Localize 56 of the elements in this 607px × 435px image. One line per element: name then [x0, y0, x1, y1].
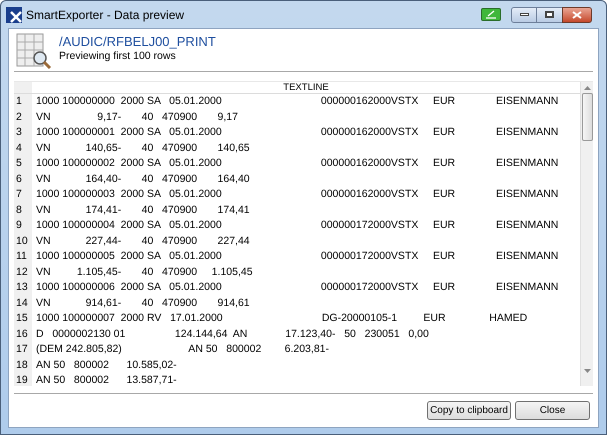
- scroll-down-icon[interactable]: [584, 369, 590, 374]
- row-number: 14: [14, 296, 32, 311]
- table-cell-text: AN 50 800002 10.585,02-: [35, 358, 177, 372]
- preview-caption: Previewing first 100 rows: [59, 50, 177, 63]
- table-cell-text: 1000 100000003 2000 SA 05.01.2000 000000162000VSTX EUR EISENMANN: [35, 187, 558, 202]
- table-cell-text: VN 164,40- 40 470900 164,40: [35, 172, 250, 186]
- row-number: 2: [14, 110, 32, 125]
- row-number: 17: [14, 342, 32, 358]
- row-number: 6: [14, 172, 32, 187]
- maximize-button[interactable]: [537, 6, 562, 22]
- row-number: 19: [14, 373, 32, 386]
- table-cell-text: 1000 100000005 2000 SA 05.01.2000 000000172000VSTX EUR EISENMANN: [35, 249, 558, 264]
- table-cell-text: VN 174,41- 40 470900 174,41: [35, 202, 250, 218]
- window-title: SmartExporter - Data preview: [26, 6, 184, 24]
- table-cell-text: 1000 100000006 2000 SA 05.01.2000 000000172000VSTX EUR EISENMANN: [35, 280, 558, 295]
- scrollbar[interactable]: [580, 82, 593, 386]
- table-cell-text: VN 1.105,45- 40 470900 1.105,45: [35, 264, 253, 280]
- table-cell-text: AN 50 800002 13.587,71-: [35, 373, 177, 386]
- row-number: 11: [14, 249, 32, 264]
- table-cell-text: VN 9,17- 40 470900 9,17: [35, 110, 238, 124]
- table-cell-text: (DEM 242.805,82) AN 50 800002 6.203,81-: [35, 342, 329, 357]
- row-number: 13: [14, 280, 32, 296]
- table-search-icon: [16, 33, 52, 69]
- maximize-icon: [545, 11, 554, 18]
- row-number: 5: [14, 156, 32, 172]
- row-number: 1: [14, 94, 32, 110]
- row-number: 16: [14, 326, 32, 342]
- table-cell-text: VN 227,44- 40 470900 227,44: [35, 234, 250, 248]
- table-cell-text: 1000 100000007 2000 RV 17.01.2000 DG-20000105-1 EUR HAMED: [35, 311, 528, 326]
- close-icon: [572, 10, 582, 18]
- row-number: 18: [14, 358, 32, 373]
- report-title: /AUDIC/RFBELJ00_PRINT: [59, 34, 216, 50]
- row-number: 9: [14, 218, 32, 234]
- copy-button[interactable]: Copy to clipboard: [427, 401, 511, 420]
- minimize-icon: [520, 13, 528, 16]
- scroll-thumb[interactable]: [582, 93, 592, 141]
- row-number: 8: [14, 202, 32, 218]
- table-cell-text: VN 140,65- 40 470900 140,65: [35, 140, 250, 156]
- table-cell-text: D 0000002130 01 124.144,64 AN 17.123,40- 50 230051 0,00: [35, 326, 429, 342]
- row-number: 7: [14, 187, 32, 202]
- scroll-up-icon[interactable]: [584, 85, 590, 90]
- app-logo-icon: [6, 6, 22, 22]
- table-cell-text: 1000 100000004 2000 SA 05.01.2000 000000172000VSTX EUR EISENMANN: [35, 218, 558, 233]
- table-cell-text: 1000 100000000 2000 SA 05.01.2000 000000162000VSTX EUR EISENMANN: [35, 94, 558, 109]
- close-button[interactable]: [562, 6, 592, 22]
- row-number: 10: [14, 234, 32, 249]
- minimize-button[interactable]: [511, 6, 537, 22]
- table-cell-text: 1000 100000002 2000 SA 05.01.2000 000000162000VSTX EUR EISENMANN: [35, 156, 558, 171]
- table-cell-text: 1000 100000001 2000 SA 05.01.2000 000000162000VSTX EUR EISENMANN: [35, 125, 558, 140]
- row-number: 4: [14, 140, 32, 156]
- close-dialog-button[interactable]: Close: [515, 401, 590, 420]
- edit-icon[interactable]: [481, 8, 501, 21]
- row-number: 3: [14, 125, 32, 140]
- row-number: 12: [14, 264, 32, 280]
- row-number: 15: [14, 311, 32, 326]
- table-cell-text: VN 914,61- 40 470900 914,61: [35, 296, 250, 310]
